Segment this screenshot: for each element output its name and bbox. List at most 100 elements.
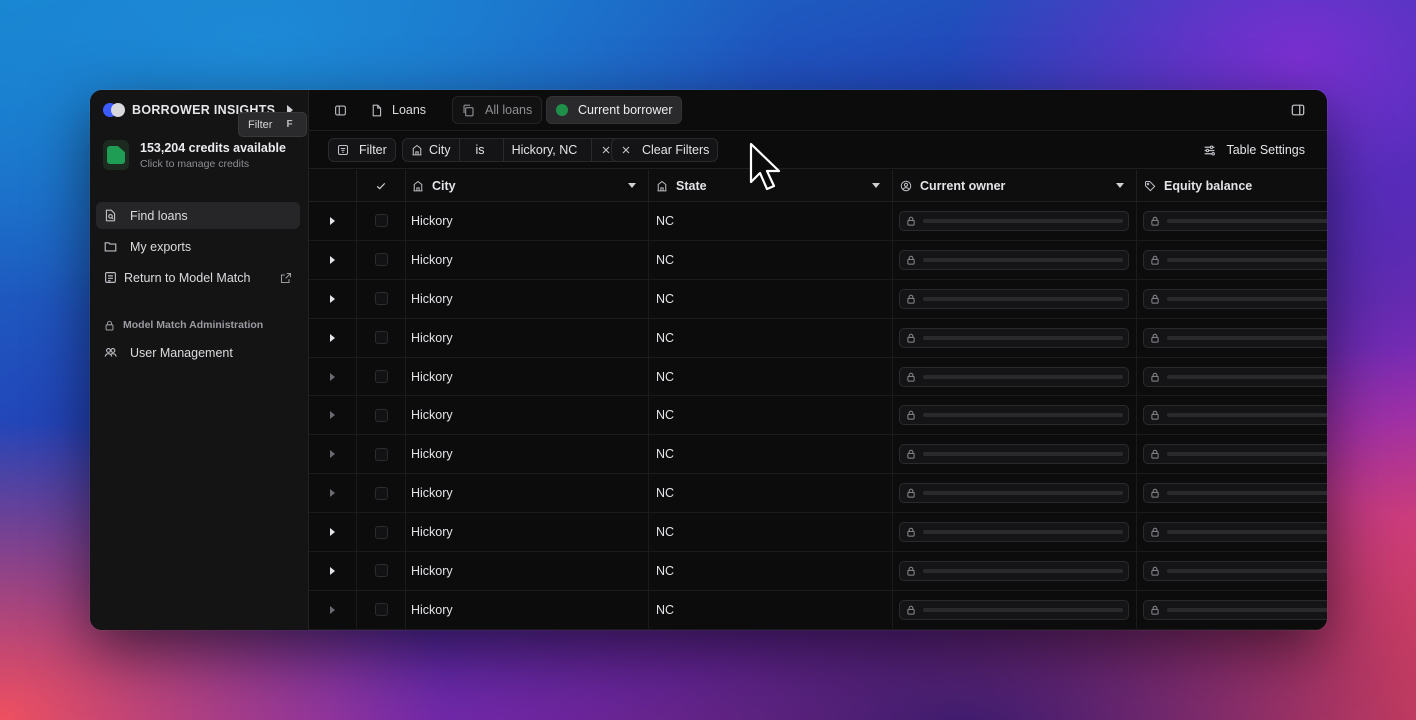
lock-icon (906, 333, 916, 343)
table-row[interactable]: Hickory NC (309, 513, 1327, 553)
external-link-icon (280, 272, 292, 284)
row-checkbox[interactable] (357, 396, 406, 435)
cell-equity-balance-locked[interactable] (1137, 513, 1327, 551)
cell-current-owner-locked[interactable] (893, 552, 1137, 590)
expand-row-button[interactable] (309, 279, 357, 318)
clear-filters-button[interactable]: Clear Filters (611, 138, 719, 162)
cell-current-owner-locked[interactable] (893, 513, 1137, 552)
caret-right-icon (330, 411, 335, 420)
panel-toggle-icon[interactable] (1291, 103, 1305, 117)
breadcrumb-loans[interactable]: Loans (370, 96, 426, 124)
select-all-checkbox[interactable] (357, 170, 406, 201)
cell-current-owner-locked[interactable] (893, 279, 1137, 318)
caret-right-icon (330, 528, 335, 537)
caret-right-icon (330, 489, 335, 498)
expand-row-button[interactable] (309, 435, 357, 474)
cell-equity-balance-locked[interactable] (1137, 241, 1327, 279)
credits-widget[interactable]: 153,204 credits available Click to manag… (103, 140, 286, 170)
building-icon (412, 144, 422, 156)
caret-right-icon (330, 450, 335, 459)
table-row[interactable]: Hickory NC (309, 590, 1327, 630)
sort-caret-icon[interactable] (872, 183, 880, 188)
sidebar-toggle-icon[interactable] (334, 96, 347, 124)
cell-equity-balance-locked[interactable] (1137, 552, 1327, 590)
building-icon (104, 271, 117, 284)
cell-state: NC (649, 357, 893, 396)
row-checkbox[interactable] (357, 279, 406, 318)
sidebar-item-label: My exports (130, 239, 192, 254)
cell-city: Hickory (406, 279, 649, 318)
lock-icon (906, 605, 916, 615)
lock-icon (1150, 566, 1160, 576)
tab-all-loans[interactable]: All loans (452, 96, 543, 124)
lock-icon (906, 449, 916, 459)
table-row[interactable]: Hickory NC (309, 279, 1327, 319)
caret-right-icon (330, 216, 335, 225)
filter-chip-value[interactable]: Hickory, NC (504, 139, 593, 161)
cell-current-owner-locked[interactable] (893, 435, 1137, 474)
filter-tooltip: Filter F (238, 112, 307, 137)
cell-current-owner-locked[interactable] (893, 396, 1137, 435)
row-checkbox[interactable] (357, 552, 406, 590)
cell-equity-balance-locked[interactable] (1137, 435, 1327, 473)
expand-row-button[interactable] (309, 513, 357, 552)
sidebar-item-find-loans[interactable]: Find loans (96, 202, 300, 229)
cell-city: Hickory (406, 357, 649, 396)
cell-equity-balance-locked[interactable] (1137, 358, 1327, 396)
expand-row-button[interactable] (309, 474, 357, 513)
table-row[interactable]: Hickory NC (309, 357, 1327, 397)
table-row[interactable]: Hickory NC (309, 435, 1327, 475)
table-row[interactable]: Hickory NC (309, 552, 1327, 591)
sidebar-item-user-management[interactable]: User Management (96, 339, 300, 366)
row-checkbox[interactable] (357, 202, 406, 240)
row-checkbox[interactable] (357, 240, 406, 279)
filter-button[interactable]: Filter (328, 138, 396, 162)
cell-equity-balance-locked[interactable] (1137, 280, 1327, 318)
cell-current-owner-locked[interactable] (893, 590, 1137, 629)
expand-row-button[interactable] (309, 202, 357, 240)
row-checkbox[interactable] (357, 513, 406, 552)
sidebar-item-return-model-match[interactable]: Return to Model Match (96, 264, 300, 291)
cell-equity-balance-locked[interactable] (1137, 319, 1327, 357)
tab-current-borrower[interactable]: Current borrower (546, 96, 683, 124)
cell-current-owner-locked[interactable] (893, 240, 1137, 279)
sort-caret-icon[interactable] (628, 183, 636, 188)
filter-chip-operator[interactable]: is (460, 139, 504, 161)
column-header-city[interactable]: City (406, 170, 649, 201)
expand-row-button[interactable] (309, 552, 357, 590)
lock-icon (906, 372, 916, 382)
table-row[interactable]: Hickory NC (309, 396, 1327, 436)
table-row[interactable]: Hickory NC (309, 318, 1327, 358)
table-row[interactable]: Hickory NC (309, 240, 1327, 280)
cell-current-owner-locked[interactable] (893, 202, 1137, 240)
cell-equity-balance-locked[interactable] (1137, 202, 1327, 240)
row-checkbox[interactable] (357, 435, 406, 474)
row-checkbox[interactable] (357, 357, 406, 396)
expand-row-button[interactable] (309, 318, 357, 357)
expand-row-button[interactable] (309, 357, 357, 396)
table-settings-button[interactable]: Table Settings (1203, 143, 1305, 157)
cell-equity-balance-locked[interactable] (1137, 396, 1327, 434)
expand-row-button[interactable] (309, 590, 357, 629)
expand-row-button[interactable] (309, 240, 357, 279)
table-row[interactable]: Hickory NC (309, 474, 1327, 514)
cell-current-owner-locked[interactable] (893, 474, 1137, 513)
cell-current-owner-locked[interactable] (893, 318, 1137, 357)
column-header-current-owner[interactable]: Current owner (893, 170, 1137, 201)
row-checkbox[interactable] (357, 590, 406, 629)
sidebar-item-label: Return to Model Match (124, 270, 251, 285)
filter-chip-field[interactable]: City (403, 139, 460, 161)
filter-chip-city[interactable]: City is Hickory, NC (402, 138, 622, 162)
cell-equity-balance-locked[interactable] (1137, 474, 1327, 512)
row-checkbox[interactable] (357, 474, 406, 513)
cell-equity-balance-locked[interactable] (1137, 591, 1327, 629)
sort-caret-icon[interactable] (1116, 183, 1124, 188)
cell-current-owner-locked[interactable] (893, 357, 1137, 396)
filter-icon (337, 144, 349, 156)
row-checkbox[interactable] (357, 318, 406, 357)
sidebar-item-my-exports[interactable]: My exports (96, 233, 300, 260)
expand-row-button[interactable] (309, 396, 357, 435)
table-row[interactable]: Hickory NC (309, 202, 1327, 241)
lock-icon (906, 255, 916, 265)
column-header-equity-balance[interactable]: Equity balance (1137, 170, 1327, 201)
